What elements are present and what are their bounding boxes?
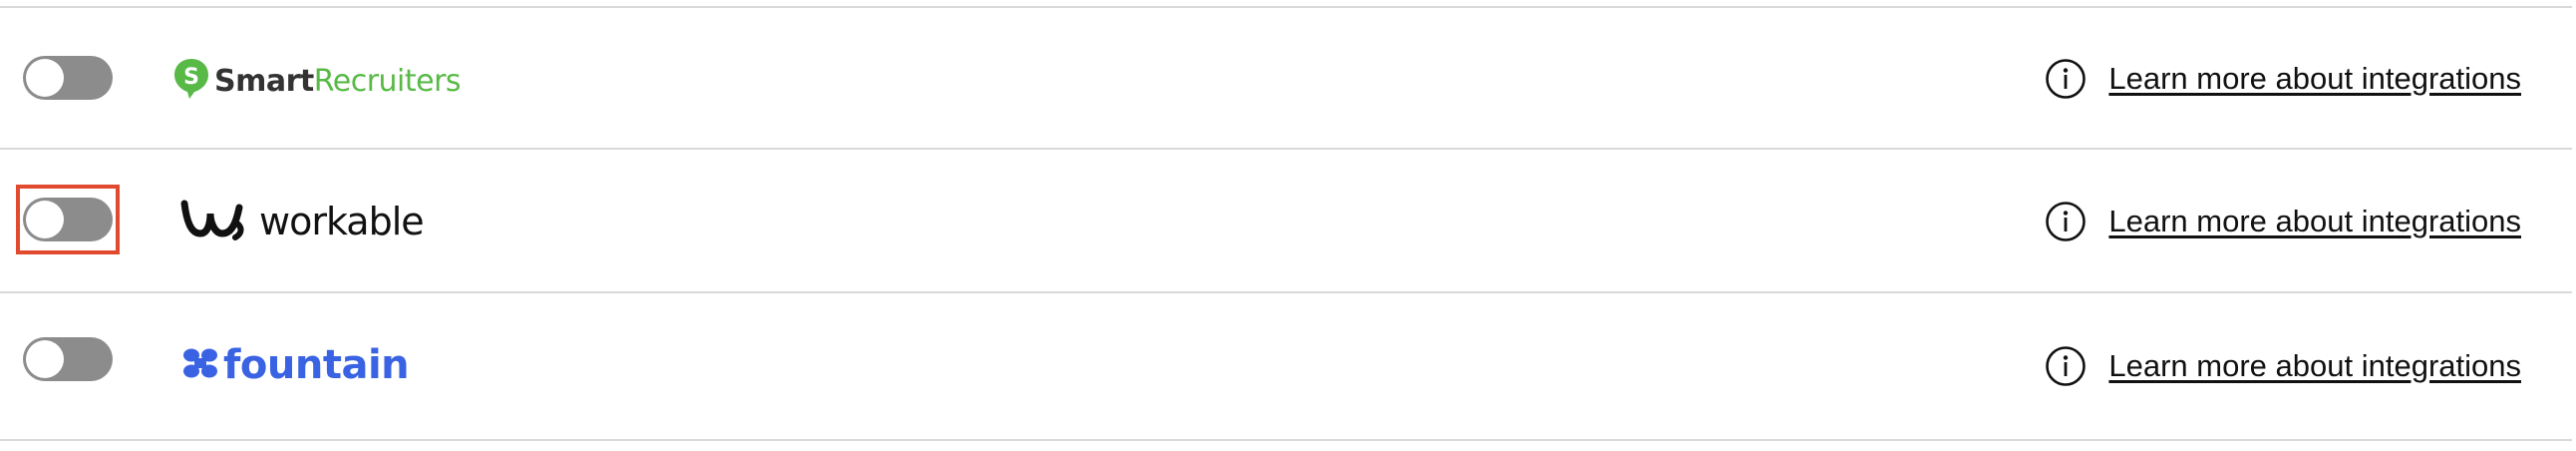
info-circle-icon bbox=[2045, 58, 2087, 100]
fountain-logo-icon bbox=[182, 347, 218, 384]
divider bbox=[0, 439, 2572, 441]
learn-more-link[interactable]: Learn more about integrations bbox=[2108, 348, 2521, 384]
info-circle-icon bbox=[2045, 201, 2087, 242]
toggle-knob bbox=[26, 59, 64, 97]
smartrecruiters-wordmark-recruiters: Recruiters bbox=[313, 63, 462, 99]
fountain-wordmark: fountain bbox=[223, 342, 410, 388]
fountain-logo: fountain bbox=[182, 339, 410, 391]
integration-row-fountain: fountain Learn more about integrations bbox=[0, 293, 2572, 435]
smartrecruiters-wordmark: SmartRecruiters bbox=[214, 63, 462, 99]
workable-logo-icon bbox=[179, 198, 251, 246]
svg-text:S: S bbox=[183, 65, 199, 90]
learn-more-link[interactable]: Learn more about integrations bbox=[2108, 204, 2521, 239]
info-circle-icon bbox=[2045, 345, 2087, 387]
integrations-list: S SmartRecruiters Learn more about integ… bbox=[0, 0, 2576, 451]
toggle-knob bbox=[26, 201, 64, 238]
workable-toggle[interactable] bbox=[23, 198, 113, 241]
integration-row-workable: workable Learn more about integrations bbox=[0, 150, 2572, 291]
toggle-knob bbox=[26, 340, 64, 378]
smartrecruiters-logo: S SmartRecruiters bbox=[172, 57, 462, 106]
workable-wordmark: workable bbox=[259, 200, 425, 243]
learn-more-group: Learn more about integrations bbox=[2045, 58, 2521, 100]
workable-logo: workable bbox=[179, 198, 425, 246]
fountain-toggle[interactable] bbox=[23, 337, 113, 381]
smartrecruiters-toggle[interactable] bbox=[23, 56, 113, 100]
integration-row-smartrecruiters: S SmartRecruiters Learn more about integ… bbox=[0, 8, 2572, 150]
smartrecruiters-wordmark-smart: Smart bbox=[214, 63, 314, 99]
learn-more-link[interactable]: Learn more about integrations bbox=[2108, 61, 2521, 97]
smartrecruiters-logo-icon: S bbox=[172, 57, 210, 106]
learn-more-group: Learn more about integrations bbox=[2045, 345, 2521, 387]
learn-more-group: Learn more about integrations bbox=[2045, 201, 2521, 242]
